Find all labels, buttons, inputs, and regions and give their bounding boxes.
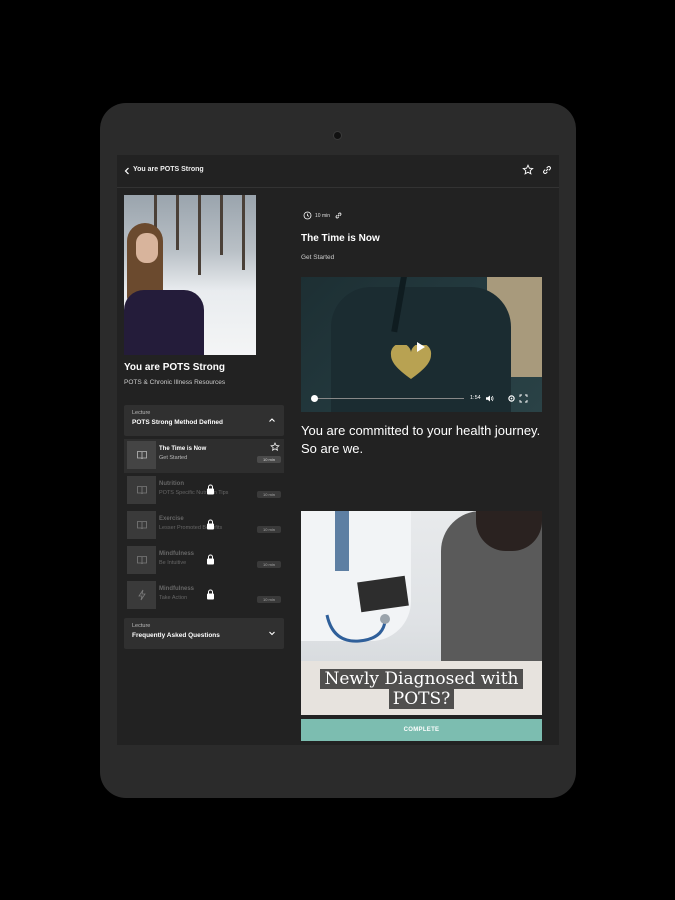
- lesson-duration-badge: 10 min: [257, 561, 281, 568]
- section-name: POTS Strong Method Defined: [132, 419, 223, 426]
- lesson-subtitle: Get Started: [159, 455, 188, 461]
- chevron-left-icon[interactable]: [122, 166, 132, 176]
- lesson-detail-title: The Time is Now: [301, 233, 380, 244]
- lesson-thumbnail: [127, 476, 156, 504]
- video-player[interactable]: 1:54: [301, 277, 542, 412]
- lesson-body-text: You are committed to your health journey…: [301, 422, 541, 458]
- lesson-thumbnail: [127, 546, 156, 574]
- book-icon: [136, 556, 147, 565]
- clock-icon: [303, 211, 312, 220]
- promo-caption: Newly Diagnosed with POTS?: [301, 669, 542, 709]
- lock-icon: [207, 519, 214, 530]
- play-icon[interactable]: [416, 341, 426, 353]
- body-line-1: You are committed to your health journey…: [301, 423, 541, 438]
- complete-button[interactable]: COMPLETE: [301, 719, 542, 741]
- book-icon: [136, 521, 147, 530]
- promo-caption-line-1: Newly Diagnosed with: [320, 669, 523, 689]
- chevron-down-icon[interactable]: [267, 628, 277, 638]
- lesson-duration-badge: 10 min: [257, 526, 281, 533]
- bolt-icon: [137, 589, 146, 601]
- fullscreen-icon[interactable]: [519, 394, 528, 403]
- gear-icon[interactable]: [507, 394, 516, 403]
- link-icon[interactable]: [334, 211, 343, 220]
- lock-icon: [207, 589, 214, 600]
- video-progress-bar[interactable]: [314, 398, 464, 399]
- heart-logo-icon: [390, 345, 432, 379]
- volume-icon[interactable]: [485, 394, 494, 403]
- video-time: 1:54: [470, 395, 481, 401]
- course-subtitle: POTS & Chronic Illness Resources: [124, 379, 226, 386]
- section-kind: Lecture: [132, 410, 151, 416]
- promo-caption-line-2: POTS?: [388, 689, 455, 709]
- section-name: Frequently Asked Questions: [132, 632, 220, 639]
- section-header-method[interactable]: Lecture POTS Strong Method Defined: [124, 405, 284, 436]
- book-icon: [136, 451, 147, 460]
- lesson-thumbnail: [127, 441, 156, 469]
- lesson-title: Mindfulness: [159, 586, 195, 592]
- chevron-up-icon[interactable]: [267, 415, 277, 425]
- lesson-title: The Time is Now: [159, 446, 207, 452]
- lesson-item[interactable]: Nutrition POTS Specific Nutrition Tips 1…: [124, 474, 284, 508]
- star-icon[interactable]: [270, 442, 280, 452]
- lesson-item[interactable]: Mindfulness Take Action 10 min: [124, 579, 284, 613]
- lesson-title: Mindfulness: [159, 551, 195, 557]
- section-header-faq[interactable]: Lecture Frequently Asked Questions: [124, 618, 284, 649]
- lesson-subtitle: Be Intuitive: [159, 560, 187, 566]
- link-icon[interactable]: [541, 164, 553, 176]
- app-screen: You are POTS Strong You are POTS Strong …: [117, 155, 559, 745]
- course-title: You are POTS Strong: [124, 362, 225, 373]
- duration-text: 10 min: [315, 212, 331, 219]
- tablet-frame: You are POTS Strong You are POTS Strong …: [100, 103, 576, 798]
- lesson-duration-badge: 10 min: [257, 491, 281, 498]
- body-line-2: So are we.: [301, 441, 364, 456]
- video-scrubber[interactable]: [311, 395, 318, 402]
- lock-icon: [207, 554, 214, 565]
- duration-pill: 10 min: [303, 211, 330, 220]
- book-icon: [136, 486, 147, 495]
- lesson-subtitle: Take Action: [159, 595, 188, 601]
- section-kind: Lecture: [132, 623, 151, 629]
- lesson-item[interactable]: The Time is Now Get Started 10 min: [124, 439, 284, 473]
- lesson-title: Nutrition: [159, 481, 184, 487]
- camera-dot: [333, 131, 342, 140]
- lesson-item[interactable]: Mindfulness Be Intuitive 10 min: [124, 544, 284, 578]
- lock-icon: [207, 484, 214, 495]
- lesson-meta: 10 min: [303, 211, 343, 220]
- lesson-duration-badge: 10 min: [257, 456, 281, 463]
- lesson-thumbnail: [127, 581, 156, 609]
- course-hero-image: [124, 195, 256, 355]
- lesson-duration-badge: 10 min: [257, 596, 281, 603]
- lesson-thumbnail: [127, 511, 156, 539]
- lesson-detail-subtitle: Get Started: [301, 254, 335, 261]
- top-bar: You are POTS Strong: [117, 155, 559, 188]
- star-icon[interactable]: [522, 164, 534, 176]
- promo-image: Newly Diagnosed with POTS?: [301, 511, 542, 715]
- lesson-title: Exercise: [159, 516, 184, 522]
- top-bar-title: You are POTS Strong: [133, 166, 204, 173]
- lesson-subtitle: POTS Specific Nutrition Tips: [159, 490, 229, 496]
- lesson-item[interactable]: Exercise Lesser Promoted Benefits 10 min: [124, 509, 284, 543]
